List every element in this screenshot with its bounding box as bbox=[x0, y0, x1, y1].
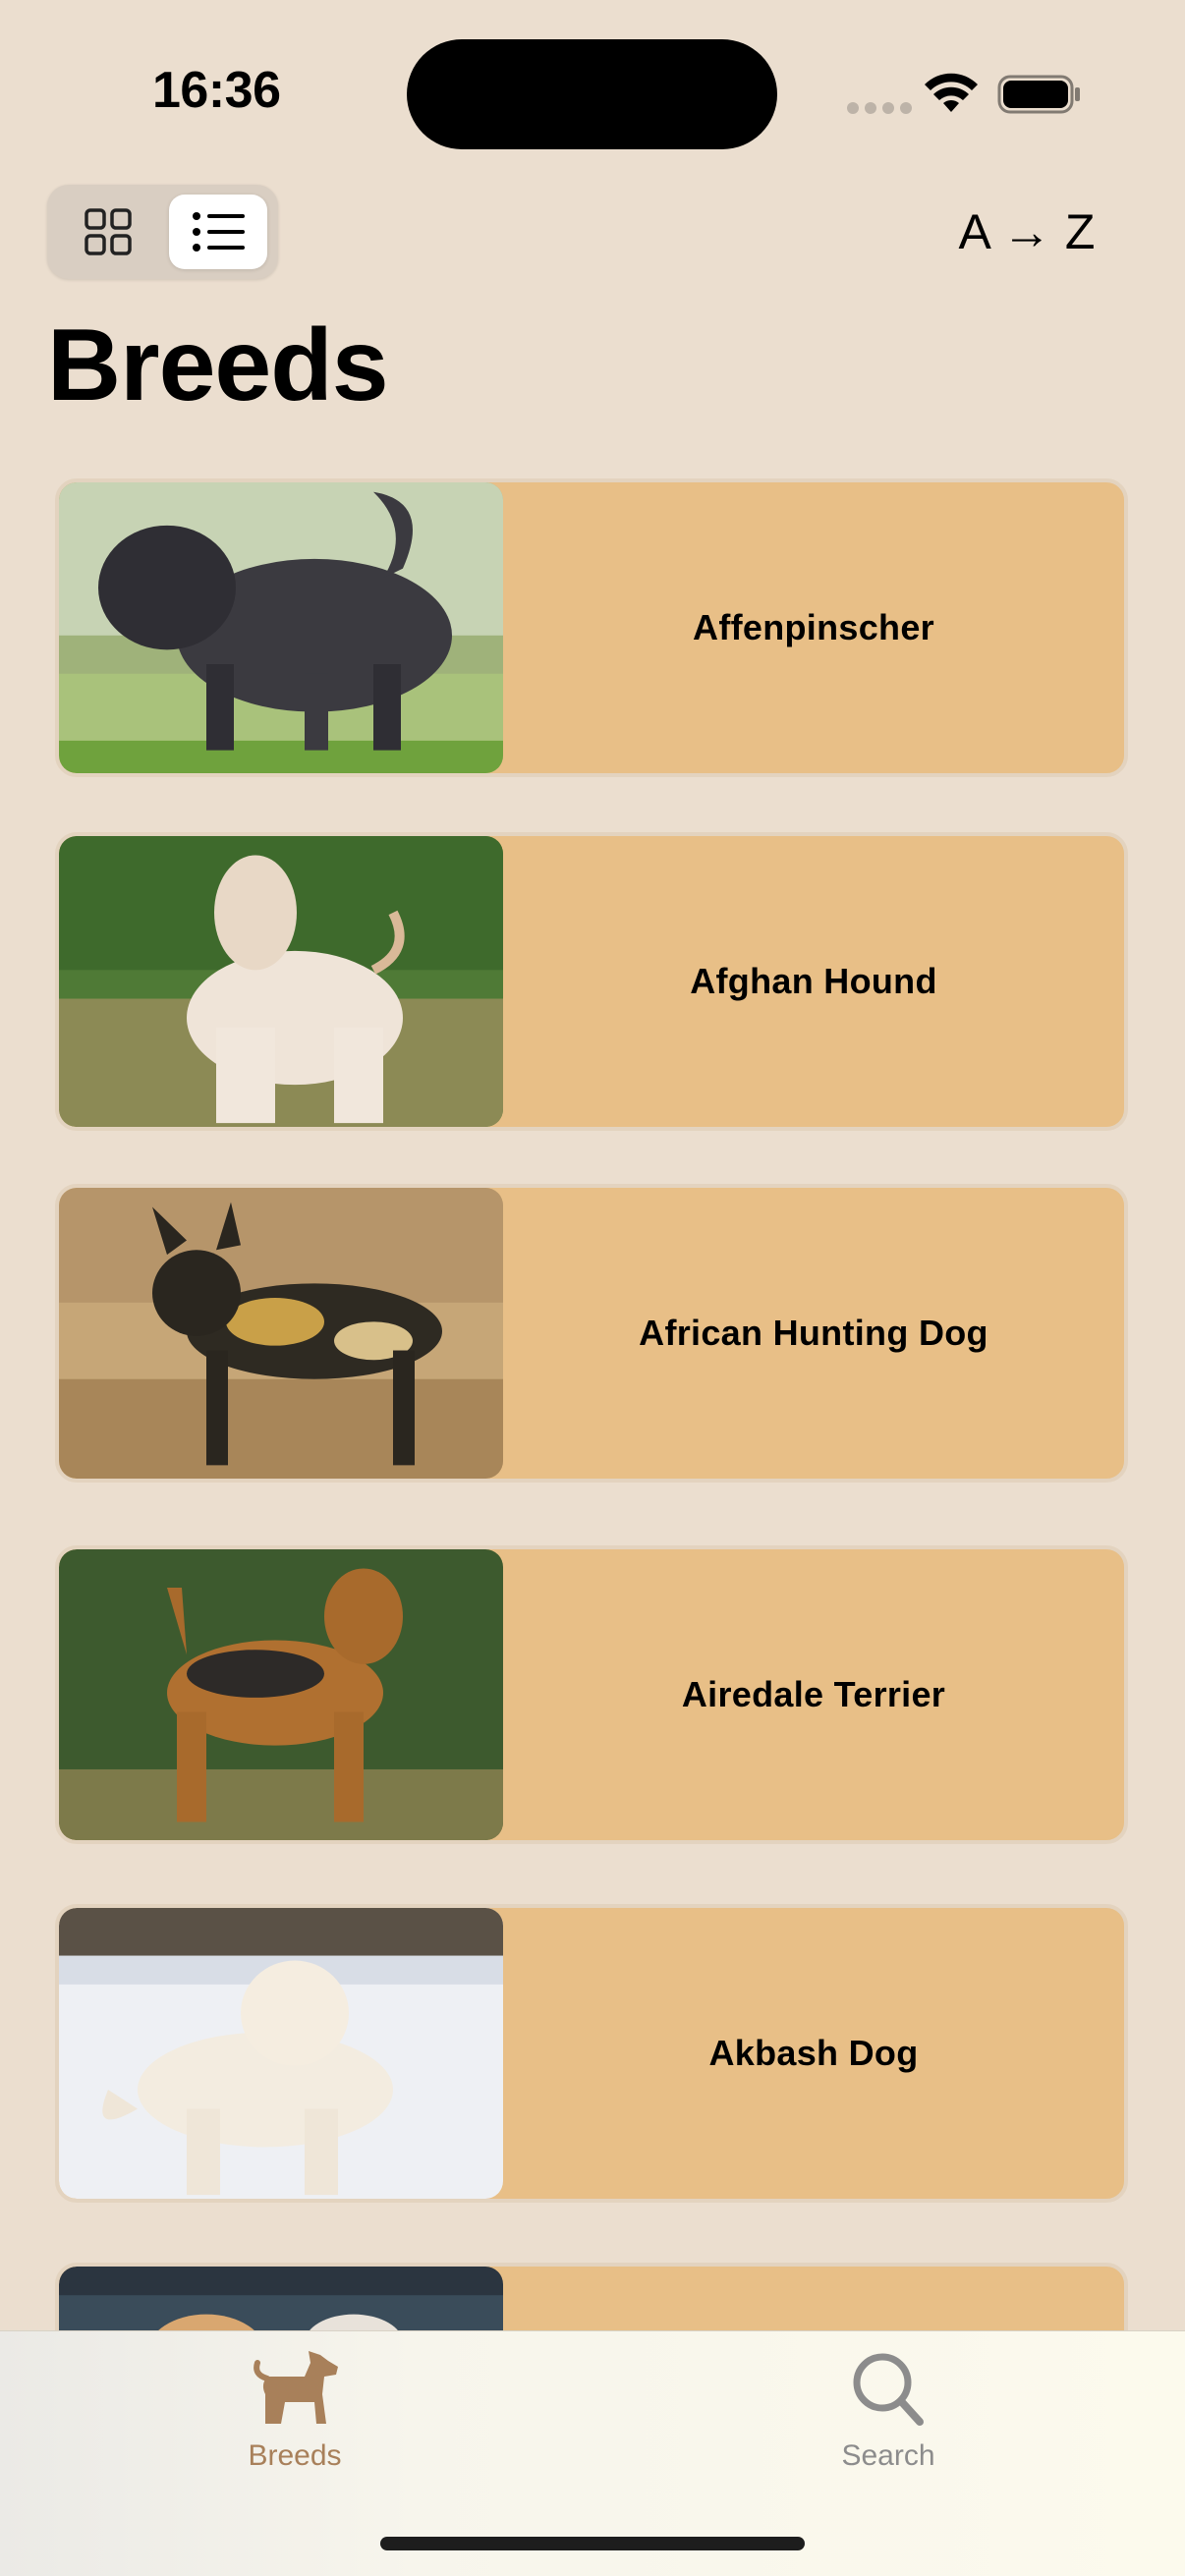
breed-photo bbox=[59, 1908, 503, 2199]
tab-search[interactable]: Search bbox=[741, 2345, 1036, 2492]
breed-name: Affenpinscher bbox=[693, 607, 934, 647]
breed-card[interactable]: Akbash Dog bbox=[55, 1904, 1128, 2203]
breed-photo bbox=[59, 836, 503, 1127]
breed-card[interactable]: Airedale Terrier bbox=[55, 1545, 1128, 1844]
breed-photo bbox=[59, 1549, 503, 1840]
tab-breeds[interactable]: Breeds bbox=[147, 2345, 442, 2492]
breed-photo bbox=[59, 482, 503, 773]
dog-icon bbox=[254, 2351, 338, 2424]
breed-photo bbox=[59, 1188, 503, 1479]
tab-label: Breeds bbox=[248, 2439, 342, 2472]
breed-name: Airedale Terrier bbox=[681, 1674, 946, 1714]
breed-name: African Hunting Dog bbox=[639, 1313, 988, 1353]
breed-name: Afghan Hound bbox=[690, 961, 937, 1001]
home-indicator bbox=[380, 2537, 805, 2550]
breed-name: Akbash Dog bbox=[708, 2033, 919, 2073]
breed-card[interactable]: Afghan Hound bbox=[55, 832, 1128, 1131]
page-title: Breeds bbox=[47, 308, 389, 422]
list-icon bbox=[193, 212, 245, 252]
view-toggle[interactable] bbox=[47, 185, 278, 279]
grid-view-button[interactable] bbox=[59, 195, 157, 269]
breed-card[interactable] bbox=[55, 2263, 1128, 2330]
search-icon bbox=[853, 2353, 924, 2426]
breed-card[interactable]: Affenpinscher bbox=[55, 478, 1128, 777]
breed-photo bbox=[59, 2267, 503, 2330]
tab-label: Search bbox=[841, 2439, 935, 2472]
breed-name bbox=[503, 2267, 1124, 2330]
list-view-button[interactable] bbox=[169, 195, 267, 269]
breed-card[interactable]: African Hunting Dog bbox=[55, 1184, 1128, 1483]
grid-icon bbox=[85, 208, 132, 255]
sort-button[interactable]: A → Z bbox=[943, 196, 1110, 267]
